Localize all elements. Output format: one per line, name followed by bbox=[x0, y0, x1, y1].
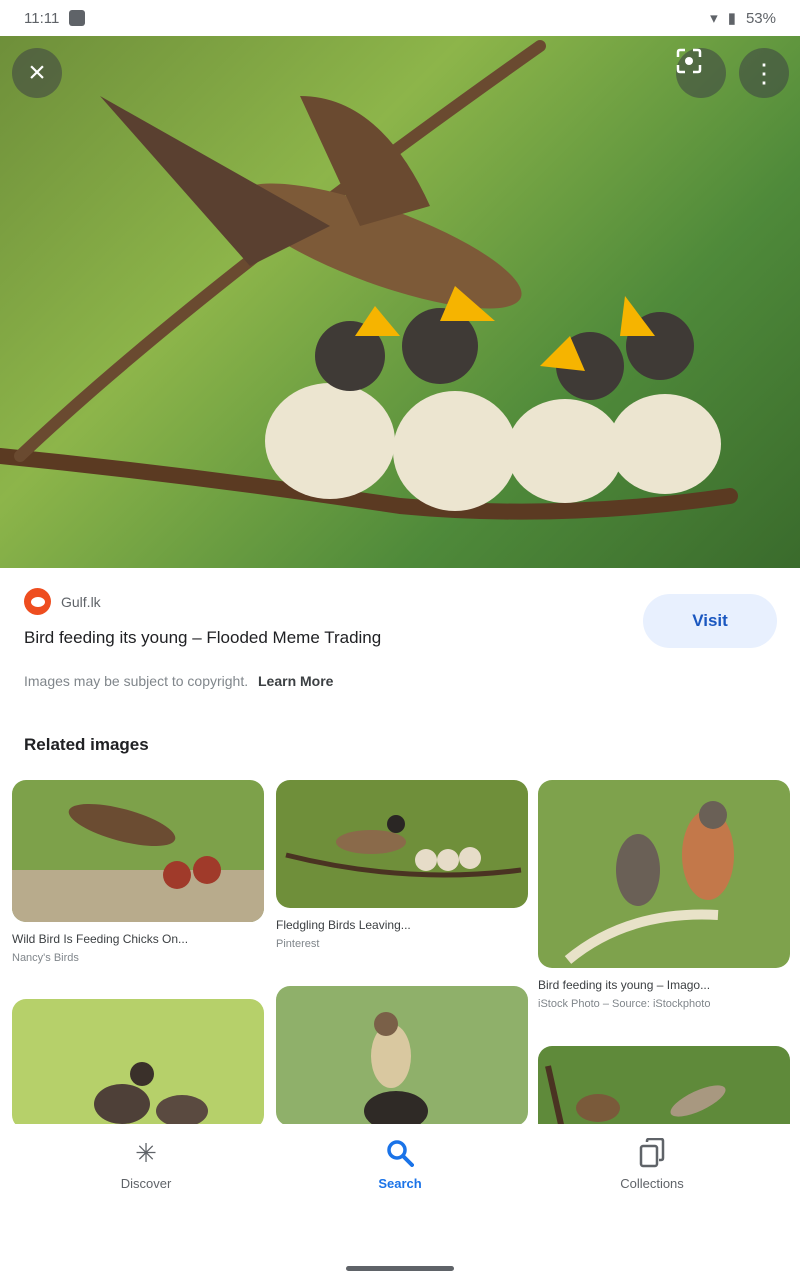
wifi-icon: ▾ bbox=[710, 10, 718, 27]
related-thumbnail[interactable] bbox=[276, 986, 528, 1124]
learn-more-link[interactable]: Learn More bbox=[258, 673, 333, 689]
more-vert-icon: ⋮ bbox=[751, 57, 777, 88]
related-thumbnail[interactable] bbox=[276, 780, 528, 908]
close-icon: × bbox=[28, 56, 46, 89]
source-logo bbox=[24, 588, 51, 615]
copyright-notice: Images may be subject to copyright. Lear… bbox=[24, 673, 333, 689]
gesture-handle[interactable] bbox=[346, 1266, 454, 1271]
related-card[interactable]: Fledgling Birds Leaving... Pinterest bbox=[276, 780, 528, 950]
nav-search-label: Search bbox=[378, 1176, 422, 1191]
related-thumbnail[interactable] bbox=[12, 999, 264, 1124]
copyright-text: Images may be subject to copyright. bbox=[24, 673, 249, 689]
related-card[interactable] bbox=[12, 999, 264, 1124]
related-caption: Bird feeding its young – Imago... bbox=[538, 978, 711, 992]
notification-icon bbox=[69, 10, 86, 26]
asterisk-icon: ✳ bbox=[135, 1137, 157, 1168]
related-card[interactable]: Wild Bird Is Feeding Chicks On... Nancy'… bbox=[12, 780, 264, 964]
related-caption: Fledgling Birds Leaving... bbox=[276, 918, 411, 932]
lens-button[interactable] bbox=[676, 48, 726, 98]
related-card[interactable] bbox=[538, 1046, 790, 1124]
related-source: Pinterest bbox=[276, 938, 320, 950]
nav-discover-label: Discover bbox=[120, 1176, 172, 1191]
related-thumbnail[interactable] bbox=[538, 780, 790, 968]
related-thumbnail[interactable] bbox=[12, 780, 264, 922]
visit-button[interactable]: Visit bbox=[643, 594, 777, 648]
source-name: Gulf.lk bbox=[61, 593, 101, 610]
more-options-button[interactable]: ⋮ bbox=[739, 48, 789, 98]
related-card[interactable] bbox=[276, 986, 528, 1124]
battery-level: 53% bbox=[745, 9, 776, 27]
status-right: ▾ ▮ 53% bbox=[710, 9, 776, 28]
related-thumbnail[interactable] bbox=[538, 1046, 790, 1124]
nav-discover[interactable]: ✳ Discover bbox=[46, 1137, 246, 1192]
search-icon bbox=[385, 1138, 415, 1168]
related-card[interactable]: Bird feeding its young – Imago... iStock… bbox=[538, 780, 790, 1010]
battery-icon: ▮ bbox=[727, 10, 736, 27]
lens-icon bbox=[676, 48, 702, 74]
related-source: Nancy's Birds bbox=[12, 952, 79, 964]
related-images-grid: Wild Bird Is Feeding Chicks On... Nancy'… bbox=[0, 780, 800, 1124]
source-row[interactable]: Gulf.lk bbox=[24, 588, 101, 615]
related-images-heading: Related images bbox=[24, 735, 149, 754]
related-caption: Wild Bird Is Feeding Chicks On... bbox=[12, 932, 189, 946]
nav-collections[interactable]: Collections bbox=[552, 1138, 752, 1191]
collections-icon bbox=[637, 1138, 667, 1168]
nav-search[interactable]: Search bbox=[300, 1138, 500, 1191]
image-title[interactable]: Bird feeding its young – Flooded Meme Tr… bbox=[24, 628, 624, 648]
result-info: Gulf.lk Bird feeding its young – Flooded… bbox=[0, 568, 800, 728]
bottom-navigation: ✳ Discover Search Collections bbox=[0, 1124, 800, 1280]
hero-illustration bbox=[0, 40, 738, 520]
close-button[interactable]: × bbox=[12, 48, 62, 98]
nav-collections-label: Collections bbox=[620, 1176, 684, 1191]
hero-image[interactable]: × ⋮ bbox=[0, 36, 800, 568]
status-bar: 11:11 ▾ ▮ 53% bbox=[0, 0, 800, 36]
related-source: iStock Photo – Source: iStockphoto bbox=[538, 998, 711, 1010]
status-left: 11:11 bbox=[24, 9, 86, 27]
status-time: 11:11 bbox=[24, 9, 60, 27]
